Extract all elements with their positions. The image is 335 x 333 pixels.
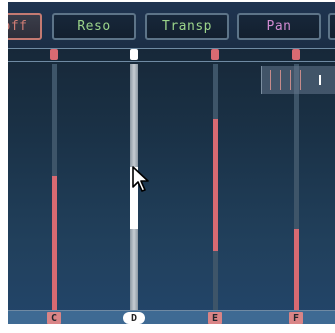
tab-reso[interactable]: Reso [52, 13, 136, 40]
step-handle-c[interactable] [50, 49, 58, 60]
frame: off Reso Transp Pan [0, 0, 335, 333]
note-label-c[interactable]: C [47, 312, 61, 324]
step-handle-f[interactable] [292, 49, 300, 60]
step-value-bar-f [294, 229, 299, 311]
step-handle-e[interactable] [211, 49, 219, 60]
note-label-d[interactable]: D [123, 312, 145, 324]
note-bar-top-line [8, 310, 335, 311]
step-slider-e[interactable] [213, 64, 218, 311]
handle-row-bottom-line [8, 61, 335, 62]
step-sequencer-panel: off Reso Transp Pan [8, 2, 335, 324]
mini-selected-mark [319, 75, 321, 85]
step-value-bar-e [213, 119, 218, 251]
arrow-cursor-icon [132, 166, 149, 192]
tab-transp[interactable]: Transp [145, 13, 229, 40]
tab-pan[interactable]: Pan [237, 13, 321, 40]
note-label-e[interactable]: E [208, 312, 222, 324]
mini-step-mark [270, 70, 271, 90]
mini-step-mark [280, 70, 281, 90]
tab-more[interactable] [328, 13, 335, 40]
step-handle-d[interactable] [130, 49, 138, 60]
mini-overview[interactable] [261, 66, 335, 94]
step-slider-c[interactable] [52, 64, 57, 311]
mini-step-mark [290, 70, 291, 90]
step-slider-f[interactable] [294, 64, 299, 311]
note-label-f[interactable]: F [289, 312, 303, 324]
tab-off[interactable]: off [8, 13, 42, 40]
mini-step-mark [300, 70, 301, 90]
parameter-tab-bar: off Reso Transp Pan [8, 2, 335, 48]
step-value-bar-c [52, 176, 57, 311]
